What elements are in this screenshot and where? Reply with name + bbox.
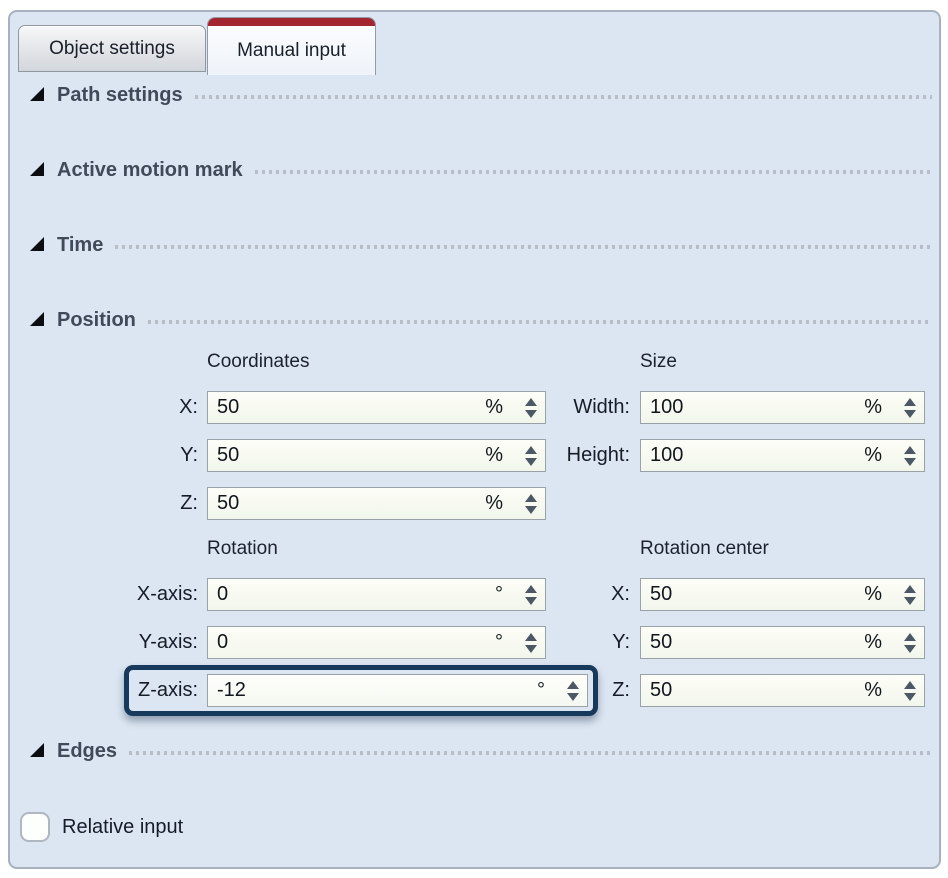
- rotation-center-x-label: X:: [470, 578, 630, 611]
- spinner[interactable]: [902, 679, 918, 703]
- field-unit: %: [864, 679, 882, 702]
- size-height-input[interactable]: 100 %: [640, 439, 925, 472]
- coordinates-z-input[interactable]: 50 %: [207, 487, 546, 520]
- field-unit: %: [485, 492, 503, 515]
- size-title: Size: [640, 350, 677, 374]
- tab-label: Object settings: [49, 38, 175, 60]
- spinner-down-icon[interactable]: [525, 506, 537, 514]
- spinner-up-icon[interactable]: [904, 681, 916, 689]
- section-time[interactable]: Time: [30, 232, 932, 258]
- spinner-up-icon[interactable]: [904, 585, 916, 593]
- field-value: 50: [217, 444, 485, 467]
- spinner-down-icon[interactable]: [904, 458, 916, 466]
- dotted-divider: [148, 320, 932, 324]
- spinner-up-icon[interactable]: [904, 398, 916, 406]
- rotation-center-x-input[interactable]: 50 %: [640, 578, 925, 611]
- rotation-center-z-input[interactable]: 50 %: [640, 674, 925, 707]
- spinner[interactable]: [523, 492, 539, 516]
- collapse-triangle-icon[interactable]: [30, 743, 44, 757]
- field-value: 0: [217, 631, 495, 654]
- coordinates-z-label: Z:: [40, 487, 198, 520]
- spinner-down-icon[interactable]: [904, 597, 916, 605]
- spinner[interactable]: [902, 583, 918, 607]
- section-path-settings[interactable]: Path settings: [30, 82, 932, 108]
- spinner[interactable]: [902, 631, 918, 655]
- active-tab-accent-bar: [208, 18, 375, 26]
- rotation-x-label: X-axis:: [40, 578, 198, 611]
- collapse-triangle-icon[interactable]: [30, 162, 44, 176]
- coordinates-y-label: Y:: [40, 439, 198, 472]
- rotation-center-y-input[interactable]: 50 %: [640, 626, 925, 659]
- section-label: Time: [57, 234, 103, 257]
- section-active-motion-mark[interactable]: Active motion mark: [30, 157, 932, 183]
- dotted-divider: [129, 751, 932, 755]
- section-label: Active motion mark: [57, 159, 243, 182]
- spinner-down-icon[interactable]: [904, 410, 916, 418]
- section-position[interactable]: Position: [30, 307, 932, 333]
- dotted-divider: [195, 95, 932, 99]
- field-value: 100: [650, 396, 864, 419]
- field-value: 50: [217, 492, 485, 515]
- spinner-down-icon[interactable]: [904, 693, 916, 701]
- rotation-title: Rotation: [207, 537, 278, 561]
- dotted-divider: [115, 245, 932, 249]
- field-value: 100: [650, 444, 864, 467]
- coordinates-title: Coordinates: [207, 350, 309, 374]
- field-unit: %: [864, 631, 882, 654]
- field-value: 50: [650, 631, 864, 654]
- field-value: 0: [217, 583, 495, 606]
- size-height-label: Height:: [470, 439, 630, 472]
- rotation-y-label: Y-axis:: [40, 626, 198, 659]
- relative-input-label: Relative input: [62, 812, 183, 842]
- size-width-label: Width:: [470, 391, 630, 424]
- rotation-center-title: Rotation center: [640, 537, 769, 561]
- rotation-center-z-label: Z:: [470, 674, 630, 707]
- spinner-down-icon[interactable]: [904, 645, 916, 653]
- field-unit: %: [864, 444, 882, 467]
- field-unit: %: [864, 583, 882, 606]
- dotted-divider: [255, 170, 932, 174]
- section-label: Path settings: [57, 84, 183, 107]
- collapse-triangle-icon[interactable]: [30, 312, 44, 326]
- spinner[interactable]: [902, 444, 918, 468]
- coordinates-x-label: X:: [40, 391, 198, 424]
- section-edges[interactable]: Edges: [30, 738, 932, 764]
- collapse-triangle-icon[interactable]: [30, 87, 44, 101]
- relative-input-checkbox[interactable]: [20, 812, 50, 842]
- field-value: 50: [650, 679, 864, 702]
- spinner[interactable]: [902, 396, 918, 420]
- size-width-input[interactable]: 100 %: [640, 391, 925, 424]
- spinner-up-icon[interactable]: [525, 494, 537, 502]
- tab-object-settings[interactable]: Object settings: [18, 25, 206, 72]
- rotation-z-label: Z-axis:: [40, 674, 198, 707]
- rotation-center-y-label: Y:: [470, 626, 630, 659]
- spinner-up-icon[interactable]: [904, 446, 916, 454]
- tab-manual-input[interactable]: Manual input: [207, 17, 376, 75]
- field-value: 50: [217, 396, 485, 419]
- spinner-up-icon[interactable]: [904, 633, 916, 641]
- field-unit: %: [864, 396, 882, 419]
- section-label: Edges: [57, 740, 117, 763]
- tab-label: Manual input: [237, 26, 346, 75]
- manual-input-panel: Object settings Manual input Path settin…: [0, 0, 948, 878]
- section-label: Position: [57, 309, 136, 332]
- field-value: 50: [650, 583, 864, 606]
- collapse-triangle-icon[interactable]: [30, 237, 44, 251]
